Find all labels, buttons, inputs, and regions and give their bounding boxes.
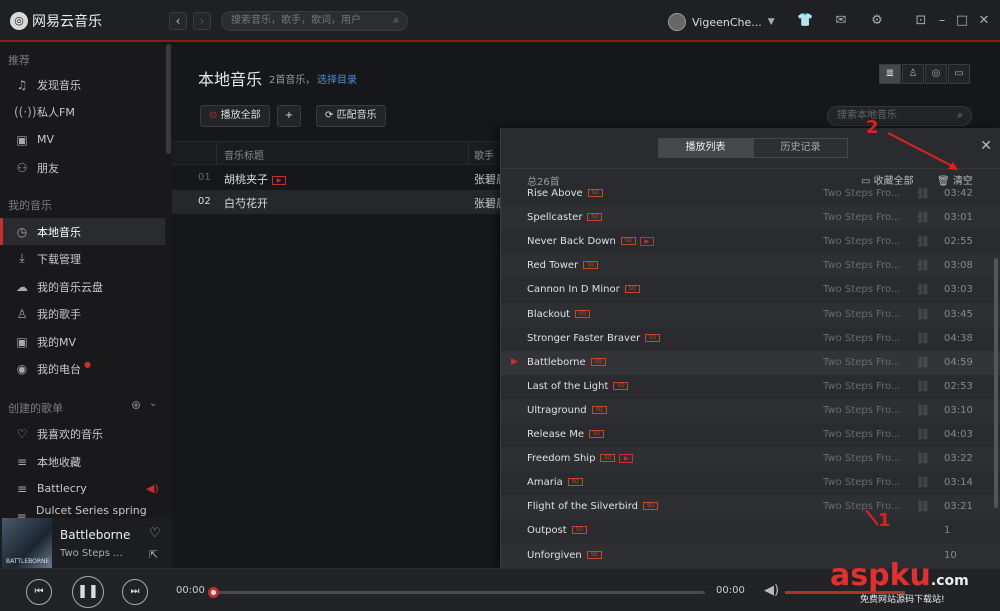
- annotation-arrow-one: [865, 509, 879, 526]
- annotation-arrows: [865, 132, 958, 526]
- arrowhead-icon: [948, 162, 958, 170]
- annotation-arrow-two: [887, 132, 957, 169]
- annotation-one: 1: [878, 510, 891, 531]
- watermark-logo: aspku.com: [830, 558, 969, 593]
- watermark-subtitle: 免费网站源码下载站!: [860, 595, 945, 605]
- watermark-suffix: .com: [930, 573, 969, 589]
- watermark-text: aspku: [830, 558, 931, 593]
